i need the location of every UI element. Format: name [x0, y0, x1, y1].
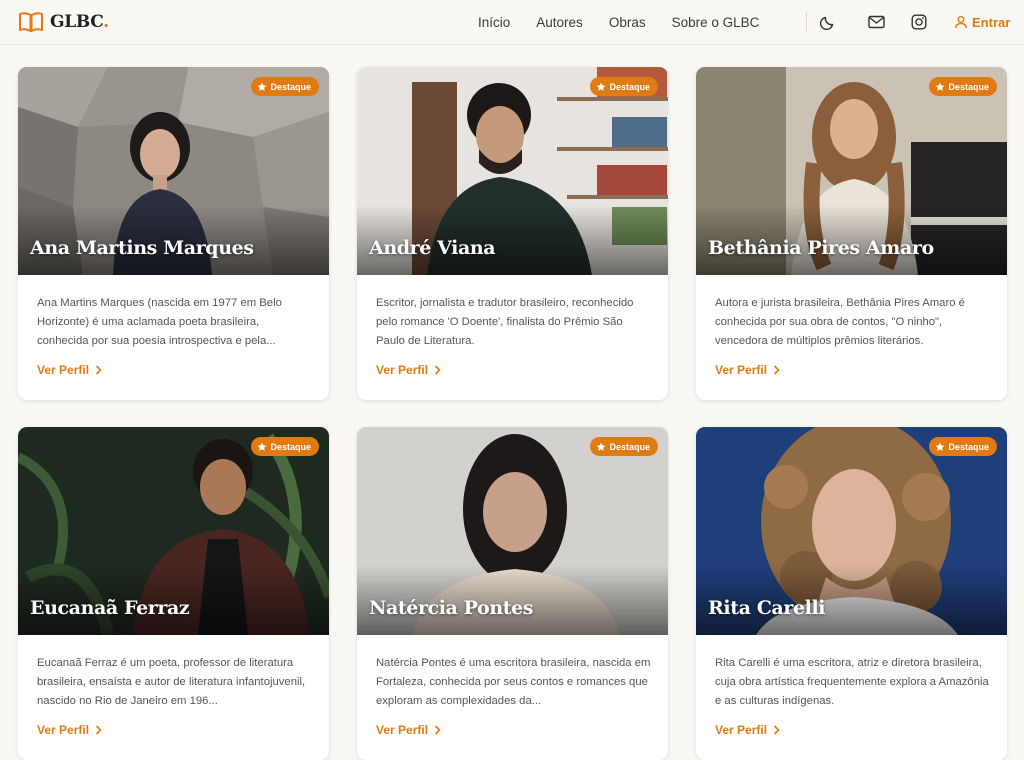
chevron-right-icon — [95, 365, 102, 375]
author-description: Natércia Pontes é uma escritora brasilei… — [376, 657, 651, 707]
chevron-right-icon — [434, 725, 441, 735]
author-name: Eucanaã Ferraz — [30, 597, 190, 619]
instagram-icon[interactable] — [908, 11, 930, 33]
author-description: Autora e jurista brasileira, Bethânia Pi… — [715, 297, 965, 347]
user-icon — [955, 16, 967, 29]
author-name: André Viana — [369, 237, 496, 259]
author-name: Natércia Pontes — [369, 597, 534, 619]
book-icon — [19, 12, 43, 32]
author-description: Escritor, jornalista e tradutor brasilei… — [376, 297, 634, 347]
author-card[interactable]: Destaque Eucanaã Ferraz Eucanaã Ferraz é… — [18, 427, 329, 760]
author-card[interactable]: Destaque Rita Carelli Rita Carelli é uma… — [696, 427, 1007, 760]
login-label: Entrar — [972, 14, 1011, 30]
main-nav: Início Autores Obras Sobre o GLBC — [478, 0, 785, 45]
top-navbar: GLBC. Início Autores Obras Sobre o GLBC … — [0, 0, 1024, 45]
nav-divider — [806, 12, 807, 32]
view-profile-link[interactable]: Ver Perfil — [715, 723, 780, 737]
featured-badge: Destaque — [251, 437, 319, 456]
logo-text: GLBC. — [50, 12, 109, 32]
chevron-right-icon — [434, 365, 441, 375]
view-profile-link[interactable]: Ver Perfil — [715, 363, 780, 377]
author-card[interactable]: Destaque Bethânia Pires Amaro Autora e j… — [696, 67, 1007, 400]
author-name: Ana Martins Marques — [30, 237, 254, 259]
author-description: Rita Carelli é uma escritora, atriz e di… — [715, 657, 989, 707]
author-name: Bethânia Pires Amaro — [708, 237, 934, 259]
featured-badge: Destaque — [590, 437, 658, 456]
chevron-right-icon — [773, 725, 780, 735]
star-icon — [597, 442, 606, 451]
star-icon — [597, 82, 606, 91]
mail-icon[interactable] — [865, 11, 887, 33]
author-card[interactable]: Destaque André Viana Escritor, jornalist… — [357, 67, 668, 400]
view-profile-link[interactable]: Ver Perfil — [376, 363, 441, 377]
view-profile-link[interactable]: Ver Perfil — [376, 723, 441, 737]
featured-badge: Destaque — [590, 77, 658, 96]
view-profile-link[interactable]: Ver Perfil — [37, 723, 102, 737]
star-icon — [258, 442, 267, 451]
featured-badge: Destaque — [929, 437, 997, 456]
star-icon — [258, 82, 267, 91]
chevron-right-icon — [773, 365, 780, 375]
author-description: Ana Martins Marques (nascida em 1977 em … — [37, 297, 282, 347]
author-card[interactable]: Destaque Ana Martins Marques Ana Martins… — [18, 67, 329, 400]
moon-icon[interactable] — [817, 11, 839, 33]
star-icon — [936, 442, 945, 451]
login-button[interactable]: Entrar — [954, 11, 1010, 33]
featured-badge: Destaque — [929, 77, 997, 96]
view-profile-link[interactable]: Ver Perfil — [37, 363, 102, 377]
star-icon — [936, 82, 945, 91]
logo[interactable]: GLBC. — [18, 11, 109, 33]
chevron-right-icon — [95, 725, 102, 735]
nav-obras[interactable]: Obras — [609, 15, 646, 30]
author-name: Rita Carelli — [708, 597, 826, 619]
nav-sobre[interactable]: Sobre o GLBC — [672, 15, 760, 30]
featured-badge: Destaque — [251, 77, 319, 96]
author-card[interactable]: Destaque Natércia Pontes Natércia Pontes… — [357, 427, 668, 760]
author-description: Eucanaã Ferraz é um poeta, professor de … — [37, 657, 306, 707]
nav-inicio[interactable]: Início — [478, 15, 510, 30]
nav-autores[interactable]: Autores — [536, 15, 583, 30]
